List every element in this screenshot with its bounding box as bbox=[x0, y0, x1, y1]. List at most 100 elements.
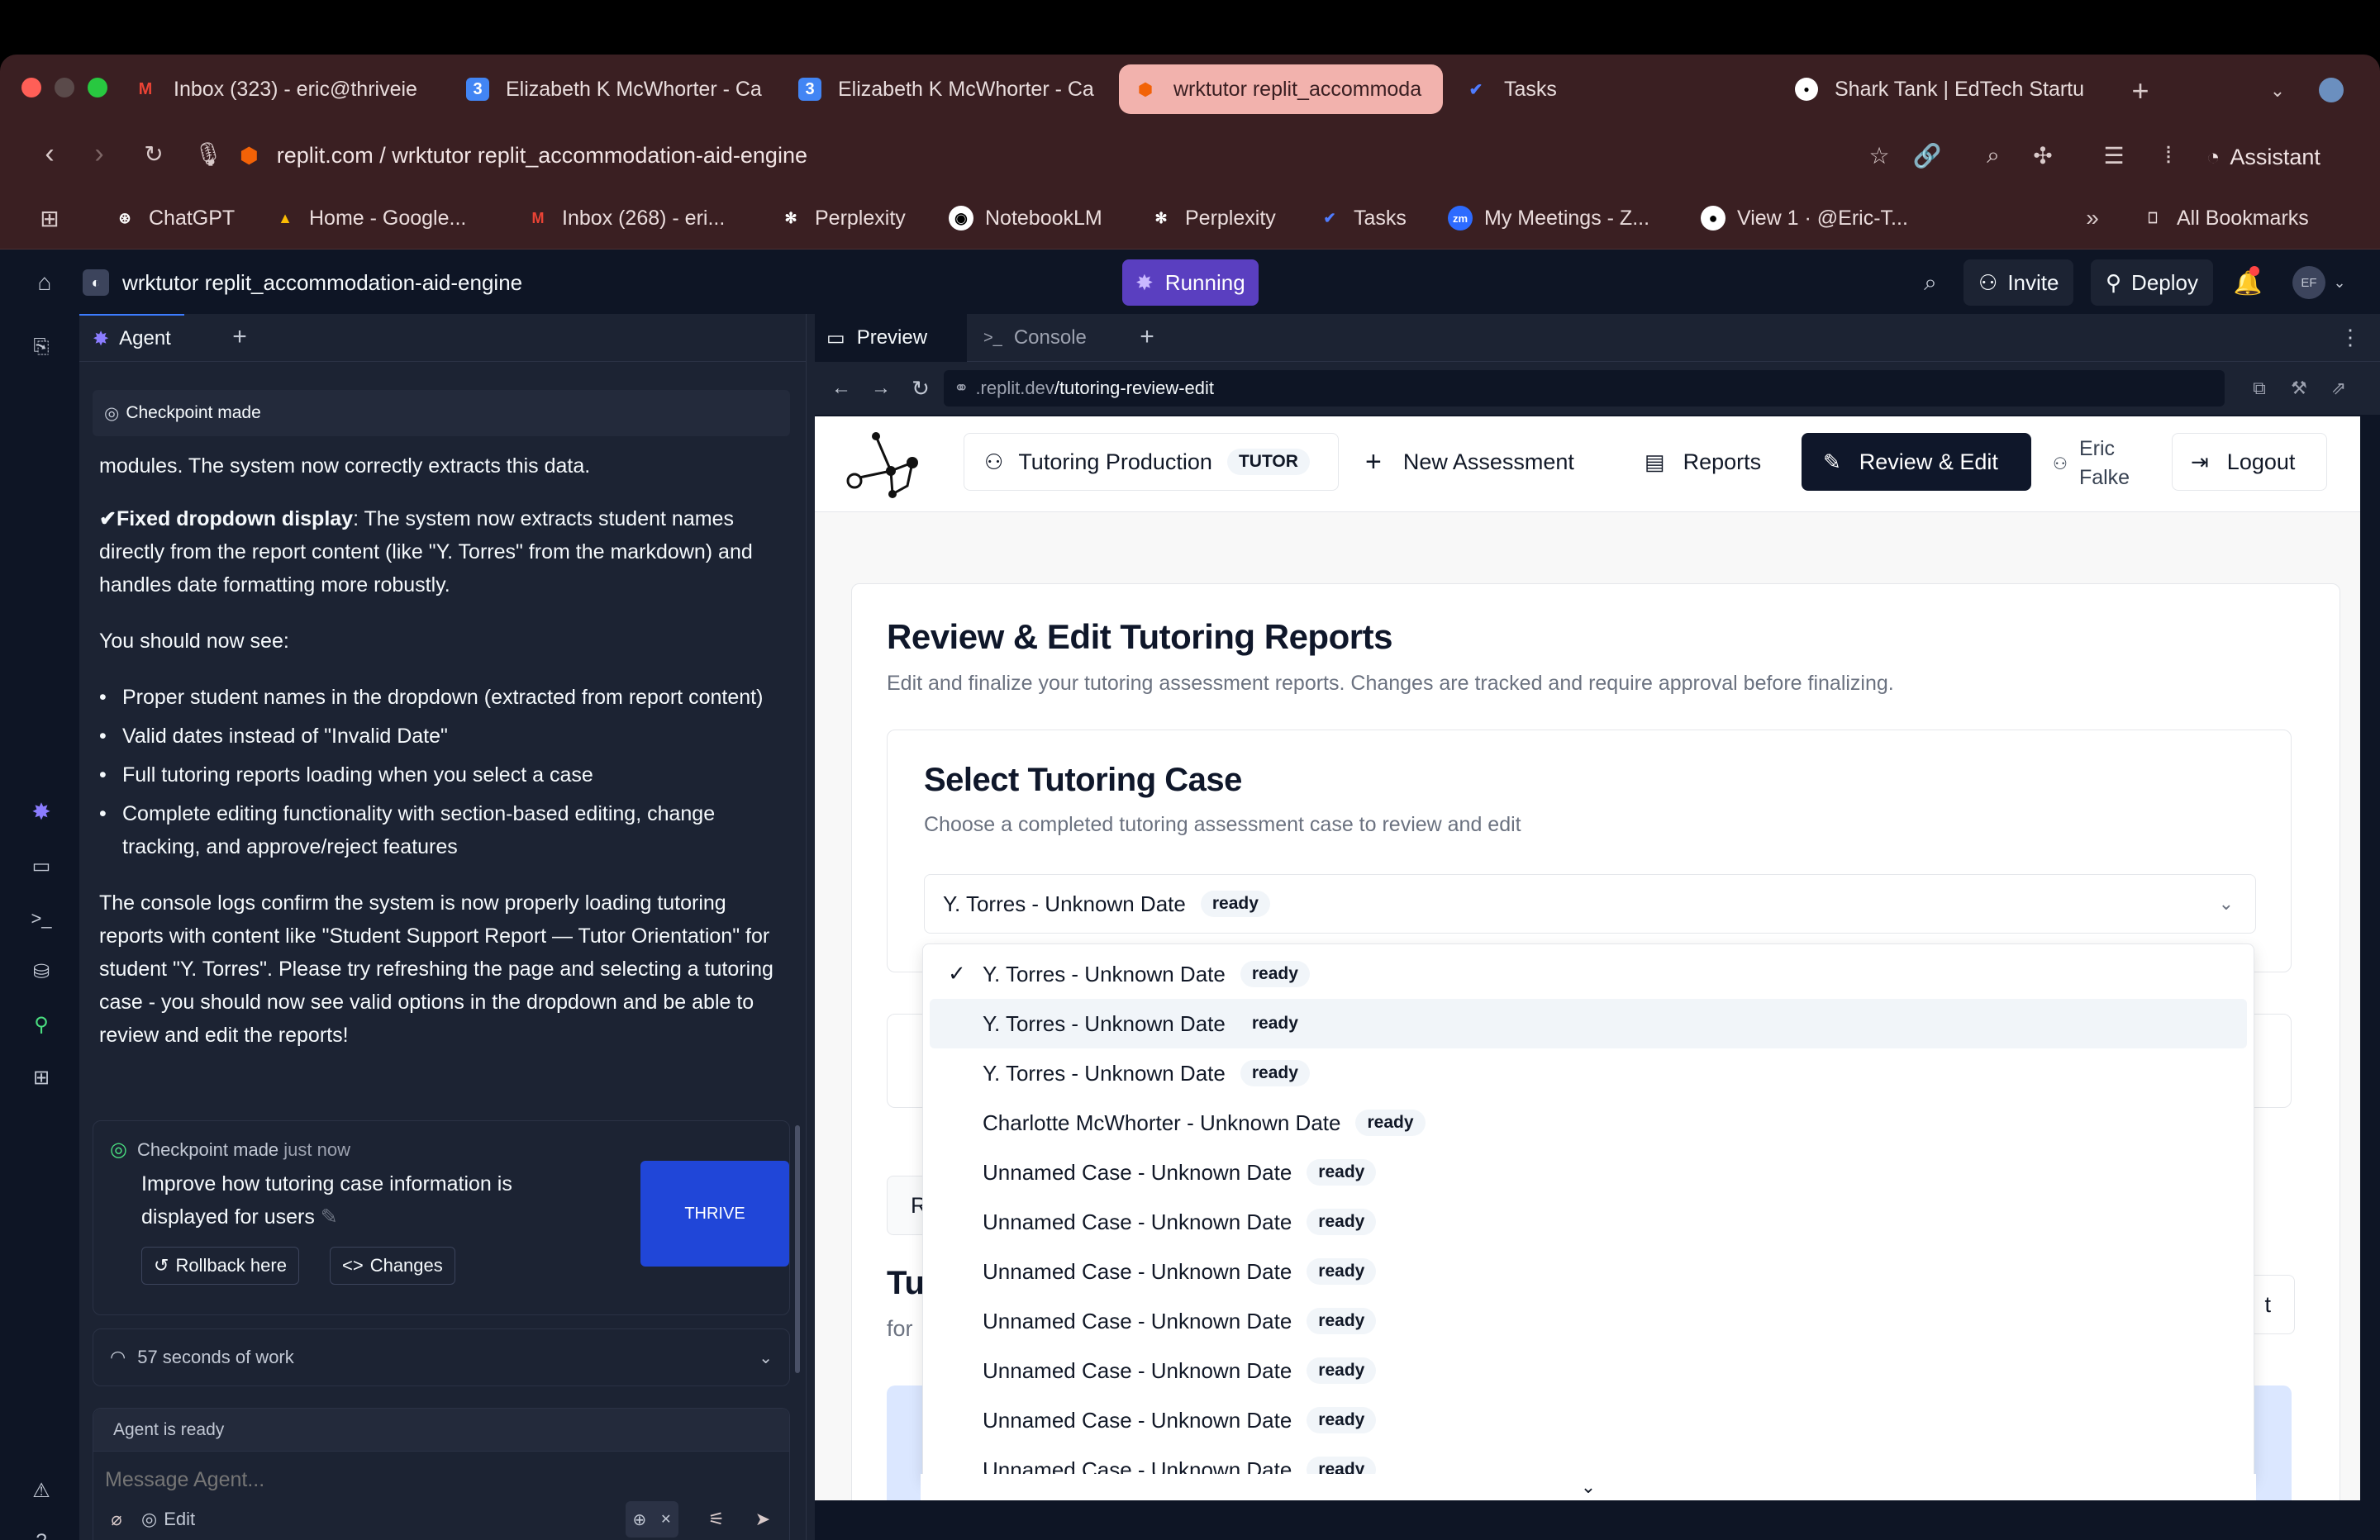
tab-calendar-1[interactable]: 3 Elizabeth K McWhorter - Ca bbox=[466, 64, 764, 114]
agent-scrollbar[interactable] bbox=[795, 1125, 800, 1373]
add-tab-icon[interactable]: + bbox=[225, 322, 255, 352]
message-input[interactable] bbox=[105, 1458, 766, 1501]
extensions-icon[interactable]: ✣ bbox=[2026, 139, 2059, 172]
attach-icon[interactable]: ⌀ bbox=[102, 1504, 131, 1534]
deploy-button[interactable]: ⚲ Deploy bbox=[2091, 259, 2213, 306]
back-icon[interactable]: ← bbox=[826, 373, 856, 403]
audio-icon[interactable]: ⦙ bbox=[2152, 139, 2185, 172]
rollback-button[interactable]: ↺ Rollback here bbox=[141, 1247, 299, 1285]
forward-icon[interactable]: › bbox=[83, 137, 116, 170]
work-summary[interactable]: ◠ 57 seconds of work ⌄ bbox=[93, 1328, 790, 1386]
reading-list-icon[interactable]: ☰ bbox=[2097, 139, 2130, 172]
review-edit-button[interactable]: ✎ Review & Edit bbox=[1802, 433, 2031, 491]
edit-pencil-icon[interactable]: ✎ bbox=[321, 1205, 338, 1229]
devtools-wrench-icon[interactable]: ⚒ bbox=[2284, 373, 2314, 403]
add-tab-icon[interactable]: + bbox=[1132, 322, 1162, 352]
help-icon[interactable]: ? bbox=[25, 1525, 58, 1540]
project-name[interactable]: ◐ wrktutor replit_accommodation-aid-engi… bbox=[83, 266, 522, 299]
edit-mode-button[interactable]: ◎ Edit bbox=[141, 1504, 195, 1534]
changes-button[interactable]: <> Changes bbox=[330, 1247, 455, 1285]
scroll-down-indicator[interactable]: ⌄ bbox=[921, 1474, 2256, 1500]
checkpoint-thumbnail[interactable]: THRIVE bbox=[640, 1161, 789, 1267]
tab-gmail-inbox[interactable]: M Inbox (323) - eric@thriveie bbox=[134, 64, 431, 114]
deployments-icon[interactable]: ⚲ bbox=[25, 1008, 58, 1041]
devices-icon[interactable]: ⧉ bbox=[2244, 373, 2274, 403]
address-bar[interactable]: ⬢ replit.com / wrktutor replit_accommoda… bbox=[240, 131, 2264, 180]
more-bookmarks-icon[interactable]: » bbox=[2076, 202, 2109, 235]
case-option[interactable]: Y. Torres - Unknown Date ready bbox=[930, 1048, 2247, 1098]
new-assessment-button[interactable]: + New Assessment bbox=[1365, 433, 1574, 491]
reports-button[interactable]: ▤ Reports bbox=[1645, 433, 1761, 491]
bookmark-item[interactable]: ▲ Home - Google... bbox=[273, 202, 466, 235]
bookmark-item[interactable]: ◉ NotebookLM bbox=[949, 202, 1102, 235]
case-option[interactable]: Unnamed Case - Unknown Date ready bbox=[930, 1395, 2247, 1445]
open-new-window-icon[interactable]: ⇗ bbox=[2324, 373, 2354, 403]
tab-agent[interactable]: ✸ Agent bbox=[79, 314, 184, 362]
back-icon[interactable]: ‹ bbox=[33, 137, 66, 170]
send-icon[interactable]: ➤ bbox=[748, 1504, 778, 1534]
run-status-button[interactable]: ✸ Running bbox=[1122, 259, 1259, 306]
web-search-toggle[interactable]: ⊕ ✕ bbox=[626, 1501, 678, 1538]
forward-icon[interactable]: → bbox=[866, 373, 896, 403]
all-bookmarks-button[interactable]: ⎕ All Bookmarks bbox=[2140, 202, 2309, 235]
reload-icon[interactable]: ↻ bbox=[137, 137, 170, 170]
case-select[interactable]: Y. Torres - Unknown Date ready ⌄ bbox=[924, 874, 2256, 934]
bookmark-item[interactable]: zm My Meetings - Z... bbox=[1448, 202, 1649, 235]
agent-icon[interactable]: ✸ bbox=[25, 795, 58, 828]
link-icon[interactable]: 🔗 bbox=[1911, 139, 1944, 172]
tab-calendar-2[interactable]: 3 Elizabeth K McWhorter - Ca bbox=[798, 64, 1096, 114]
apps-grid-icon[interactable]: ⊞ bbox=[33, 202, 66, 235]
bookmark-item[interactable]: ✻ Perplexity bbox=[1149, 202, 1275, 235]
case-option[interactable]: Y. Torres - Unknown Date ready bbox=[930, 999, 2247, 1048]
new-tab-icon[interactable]: + bbox=[2124, 74, 2157, 107]
case-option[interactable]: Unnamed Case - Unknown Date ready bbox=[930, 1247, 2247, 1296]
app-logo[interactable] bbox=[845, 428, 924, 502]
tab-preview[interactable]: ▭ Preview bbox=[815, 314, 967, 362]
case-option[interactable]: Unnamed Case - Unknown Date ready bbox=[930, 1346, 2247, 1395]
more-options-icon[interactable]: ⋮ bbox=[2335, 322, 2365, 352]
home-icon[interactable]: ⌂ bbox=[28, 266, 61, 299]
production-switcher[interactable]: ⚇ Tutoring Production TUTOR bbox=[964, 433, 1339, 491]
settings-sliders-icon[interactable]: ⚟ bbox=[702, 1504, 731, 1534]
microphone-icon[interactable]: 🎙 bbox=[192, 137, 225, 170]
reload-icon[interactable]: ↻ bbox=[906, 373, 935, 403]
minimize-window-button[interactable] bbox=[55, 78, 74, 97]
preview-url-input[interactable]: ⚭ .replit.dev/tutoring-review-edit bbox=[944, 370, 2225, 406]
search-icon[interactable]: ⌕ bbox=[1914, 266, 1947, 299]
files-icon[interactable]: ⎘ bbox=[25, 330, 58, 364]
tab-label: Shark Tank | EdTech Startu bbox=[1835, 77, 2085, 101]
user-menu[interactable]: ⚇ Eric Falke bbox=[2053, 435, 2130, 492]
preview-icon[interactable]: ▭ bbox=[25, 849, 58, 882]
bookmark-item[interactable]: ● View 1 · @Eric-T... bbox=[1701, 202, 1908, 235]
maximize-window-button[interactable] bbox=[88, 78, 107, 97]
tab-shark-tank[interactable]: ● Shark Tank | EdTech Startu bbox=[1795, 64, 2101, 114]
tab-replit-active[interactable]: ⬢ wrktutor replit_accommoda bbox=[1119, 64, 1443, 114]
case-option[interactable]: Unnamed Case - Unknown Date ready bbox=[930, 1148, 2247, 1197]
bookmark-item[interactable]: ⊛ ChatGPT bbox=[112, 202, 235, 235]
all-tools-icon[interactable]: ⊞ bbox=[25, 1061, 58, 1094]
lens-icon[interactable]: ⌕ bbox=[1977, 139, 2010, 172]
avatar-chevron-icon[interactable]: ⌄ bbox=[2327, 268, 2352, 297]
assistant-button[interactable]: ◔ Assistant bbox=[2206, 140, 2320, 173]
tab-console[interactable]: >_ Console bbox=[975, 314, 1116, 362]
bookmark-item[interactable]: ✔ Tasks bbox=[1317, 202, 1406, 235]
avatar[interactable]: EF bbox=[2292, 266, 2325, 299]
tab-list-chevron-icon[interactable]: ⌄ bbox=[2261, 74, 2294, 107]
bookmark-item[interactable]: M Inbox (268) - eri... bbox=[526, 202, 726, 235]
profile-globe-icon[interactable] bbox=[2319, 78, 2344, 102]
notifications-icon[interactable]: 🔔 bbox=[2231, 266, 2264, 299]
logout-button[interactable]: ⇥ Logout bbox=[2172, 433, 2327, 491]
database-icon[interactable]: ⛁ bbox=[25, 955, 58, 988]
console-icon[interactable]: >_ bbox=[25, 902, 58, 935]
case-option[interactable]: Unnamed Case - Unknown Date ready bbox=[930, 1197, 2247, 1247]
deploy-icon: ⚲ bbox=[2106, 269, 2122, 295]
tab-tasks[interactable]: ✔ Tasks bbox=[1464, 64, 1712, 114]
bookmark-item[interactable]: ✻ Perplexity bbox=[778, 202, 905, 235]
close-window-button[interactable] bbox=[21, 78, 41, 97]
case-option[interactable]: ✓ Y. Torres - Unknown Date ready bbox=[930, 949, 2247, 999]
case-option[interactable]: Unnamed Case - Unknown Date ready bbox=[930, 1296, 2247, 1346]
invite-button[interactable]: ⚇ Invite bbox=[1963, 259, 2074, 306]
bookmark-star-icon[interactable]: ☆ bbox=[1863, 139, 1896, 172]
alerts-icon[interactable]: ⚠ bbox=[25, 1474, 58, 1507]
case-option[interactable]: Charlotte McWhorter - Unknown Date ready bbox=[930, 1098, 2247, 1148]
